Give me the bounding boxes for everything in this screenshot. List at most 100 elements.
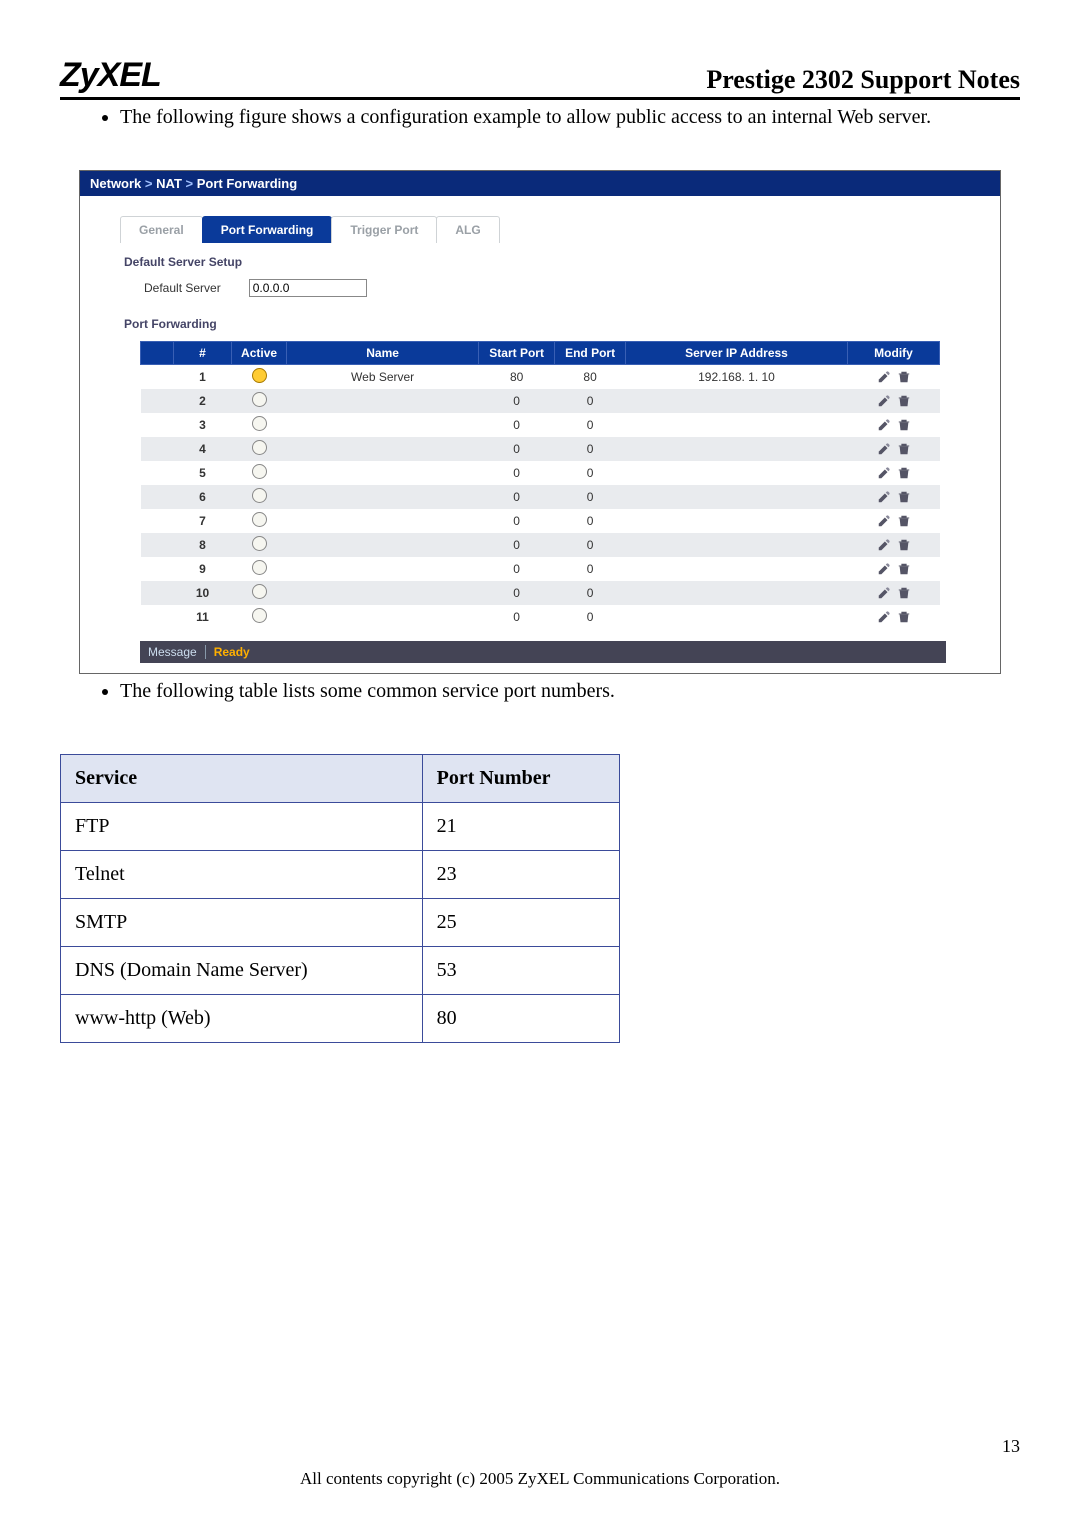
row-active[interactable] [232, 461, 287, 485]
edit-icon[interactable] [877, 538, 891, 552]
delete-icon[interactable] [897, 562, 911, 576]
row-name [287, 461, 479, 485]
row-start-port: 0 [479, 389, 555, 413]
delete-icon[interactable] [897, 586, 911, 600]
lightbulb-icon[interactable] [252, 392, 267, 407]
delete-icon[interactable] [897, 394, 911, 408]
svc-port: 80 [422, 995, 619, 1043]
intro-list: The following figure shows a configurati… [60, 100, 1020, 134]
table-row: 800 [141, 533, 940, 557]
edit-icon[interactable] [877, 466, 891, 480]
breadcrumb: Network > NAT > Port Forwarding [80, 171, 1000, 196]
row-start-port: 0 [479, 605, 555, 629]
tab-trigger-port[interactable]: Trigger Port [331, 216, 437, 243]
intro-list-2: The following table lists some common se… [60, 674, 1020, 708]
lightbulb-icon[interactable] [252, 560, 267, 575]
tab-alg[interactable]: ALG [436, 216, 499, 243]
lightbulb-icon[interactable] [252, 584, 267, 599]
service-port-table: Service Port Number FTP21Telnet23SMTP25D… [60, 754, 620, 1043]
edit-icon[interactable] [877, 418, 891, 432]
row-active[interactable] [232, 581, 287, 605]
row-active[interactable] [232, 389, 287, 413]
default-server-input[interactable] [249, 279, 367, 297]
row-active[interactable] [232, 437, 287, 461]
delete-icon[interactable] [897, 514, 911, 528]
edit-icon[interactable] [877, 610, 891, 624]
intro-item-1: The following figure shows a configurati… [120, 100, 1020, 134]
lightbulb-icon[interactable] [252, 488, 267, 503]
row-name [287, 557, 479, 581]
default-server-row: Default Server [120, 279, 990, 309]
row-active[interactable] [232, 533, 287, 557]
row-active[interactable] [232, 485, 287, 509]
tab-general[interactable]: General [120, 216, 203, 243]
row-name [287, 389, 479, 413]
row-name [287, 605, 479, 629]
lightbulb-icon[interactable] [252, 368, 267, 383]
row-index: 3 [174, 413, 232, 437]
row-active[interactable] [232, 557, 287, 581]
edit-icon[interactable] [877, 562, 891, 576]
logo-text: ZyXEL [60, 56, 161, 95]
table-row: 1Web Server8080192.168. 1. 10 [141, 365, 940, 390]
edit-icon[interactable] [877, 394, 891, 408]
row-end-port: 0 [555, 461, 626, 485]
delete-icon[interactable] [897, 442, 911, 456]
edit-icon[interactable] [877, 490, 891, 504]
delete-icon[interactable] [897, 418, 911, 432]
svc-name: www-http (Web) [61, 995, 423, 1043]
lightbulb-icon[interactable] [252, 416, 267, 431]
row-start-port: 0 [479, 485, 555, 509]
row-end-port: 0 [555, 605, 626, 629]
page-number: 13 [1002, 1436, 1020, 1457]
svc-port: 23 [422, 851, 619, 899]
row-server-ip [626, 437, 848, 461]
edit-icon[interactable] [877, 442, 891, 456]
row-stub [141, 509, 174, 533]
col-name: Name [287, 342, 479, 365]
row-active[interactable] [232, 413, 287, 437]
table-row: 200 [141, 389, 940, 413]
table-row: 1100 [141, 605, 940, 629]
row-server-ip [626, 461, 848, 485]
row-active[interactable] [232, 605, 287, 629]
row-server-ip [626, 581, 848, 605]
table-row: 500 [141, 461, 940, 485]
section-port-forwarding: Port Forwarding [124, 317, 990, 331]
edit-icon[interactable] [877, 514, 891, 528]
row-start-port: 0 [479, 413, 555, 437]
lightbulb-icon[interactable] [252, 536, 267, 551]
row-start-port: 0 [479, 533, 555, 557]
edit-icon[interactable] [877, 370, 891, 384]
row-start-port: 0 [479, 461, 555, 485]
chevron-right-icon: > [186, 176, 197, 191]
lightbulb-icon[interactable] [252, 512, 267, 527]
row-modify [848, 533, 940, 557]
default-server-label: Default Server [144, 281, 221, 295]
delete-icon[interactable] [897, 466, 911, 480]
delete-icon[interactable] [897, 370, 911, 384]
lightbulb-icon[interactable] [252, 608, 267, 623]
col-stub [141, 342, 174, 365]
edit-icon[interactable] [877, 586, 891, 600]
row-server-ip [626, 509, 848, 533]
row-index: 4 [174, 437, 232, 461]
tab-port-forwarding[interactable]: Port Forwarding [202, 216, 333, 243]
table-row: SMTP25 [61, 899, 620, 947]
row-server-ip [626, 533, 848, 557]
row-start-port: 0 [479, 437, 555, 461]
message-value: Ready [214, 645, 250, 659]
delete-icon[interactable] [897, 538, 911, 552]
breadcrumb-leaf: Port Forwarding [197, 176, 297, 191]
delete-icon[interactable] [897, 490, 911, 504]
row-modify [848, 581, 940, 605]
lightbulb-icon[interactable] [252, 464, 267, 479]
row-name [287, 581, 479, 605]
row-active[interactable] [232, 509, 287, 533]
row-active[interactable] [232, 365, 287, 390]
delete-icon[interactable] [897, 610, 911, 624]
svc-port: 53 [422, 947, 619, 995]
lightbulb-icon[interactable] [252, 440, 267, 455]
row-server-ip [626, 605, 848, 629]
row-stub [141, 413, 174, 437]
